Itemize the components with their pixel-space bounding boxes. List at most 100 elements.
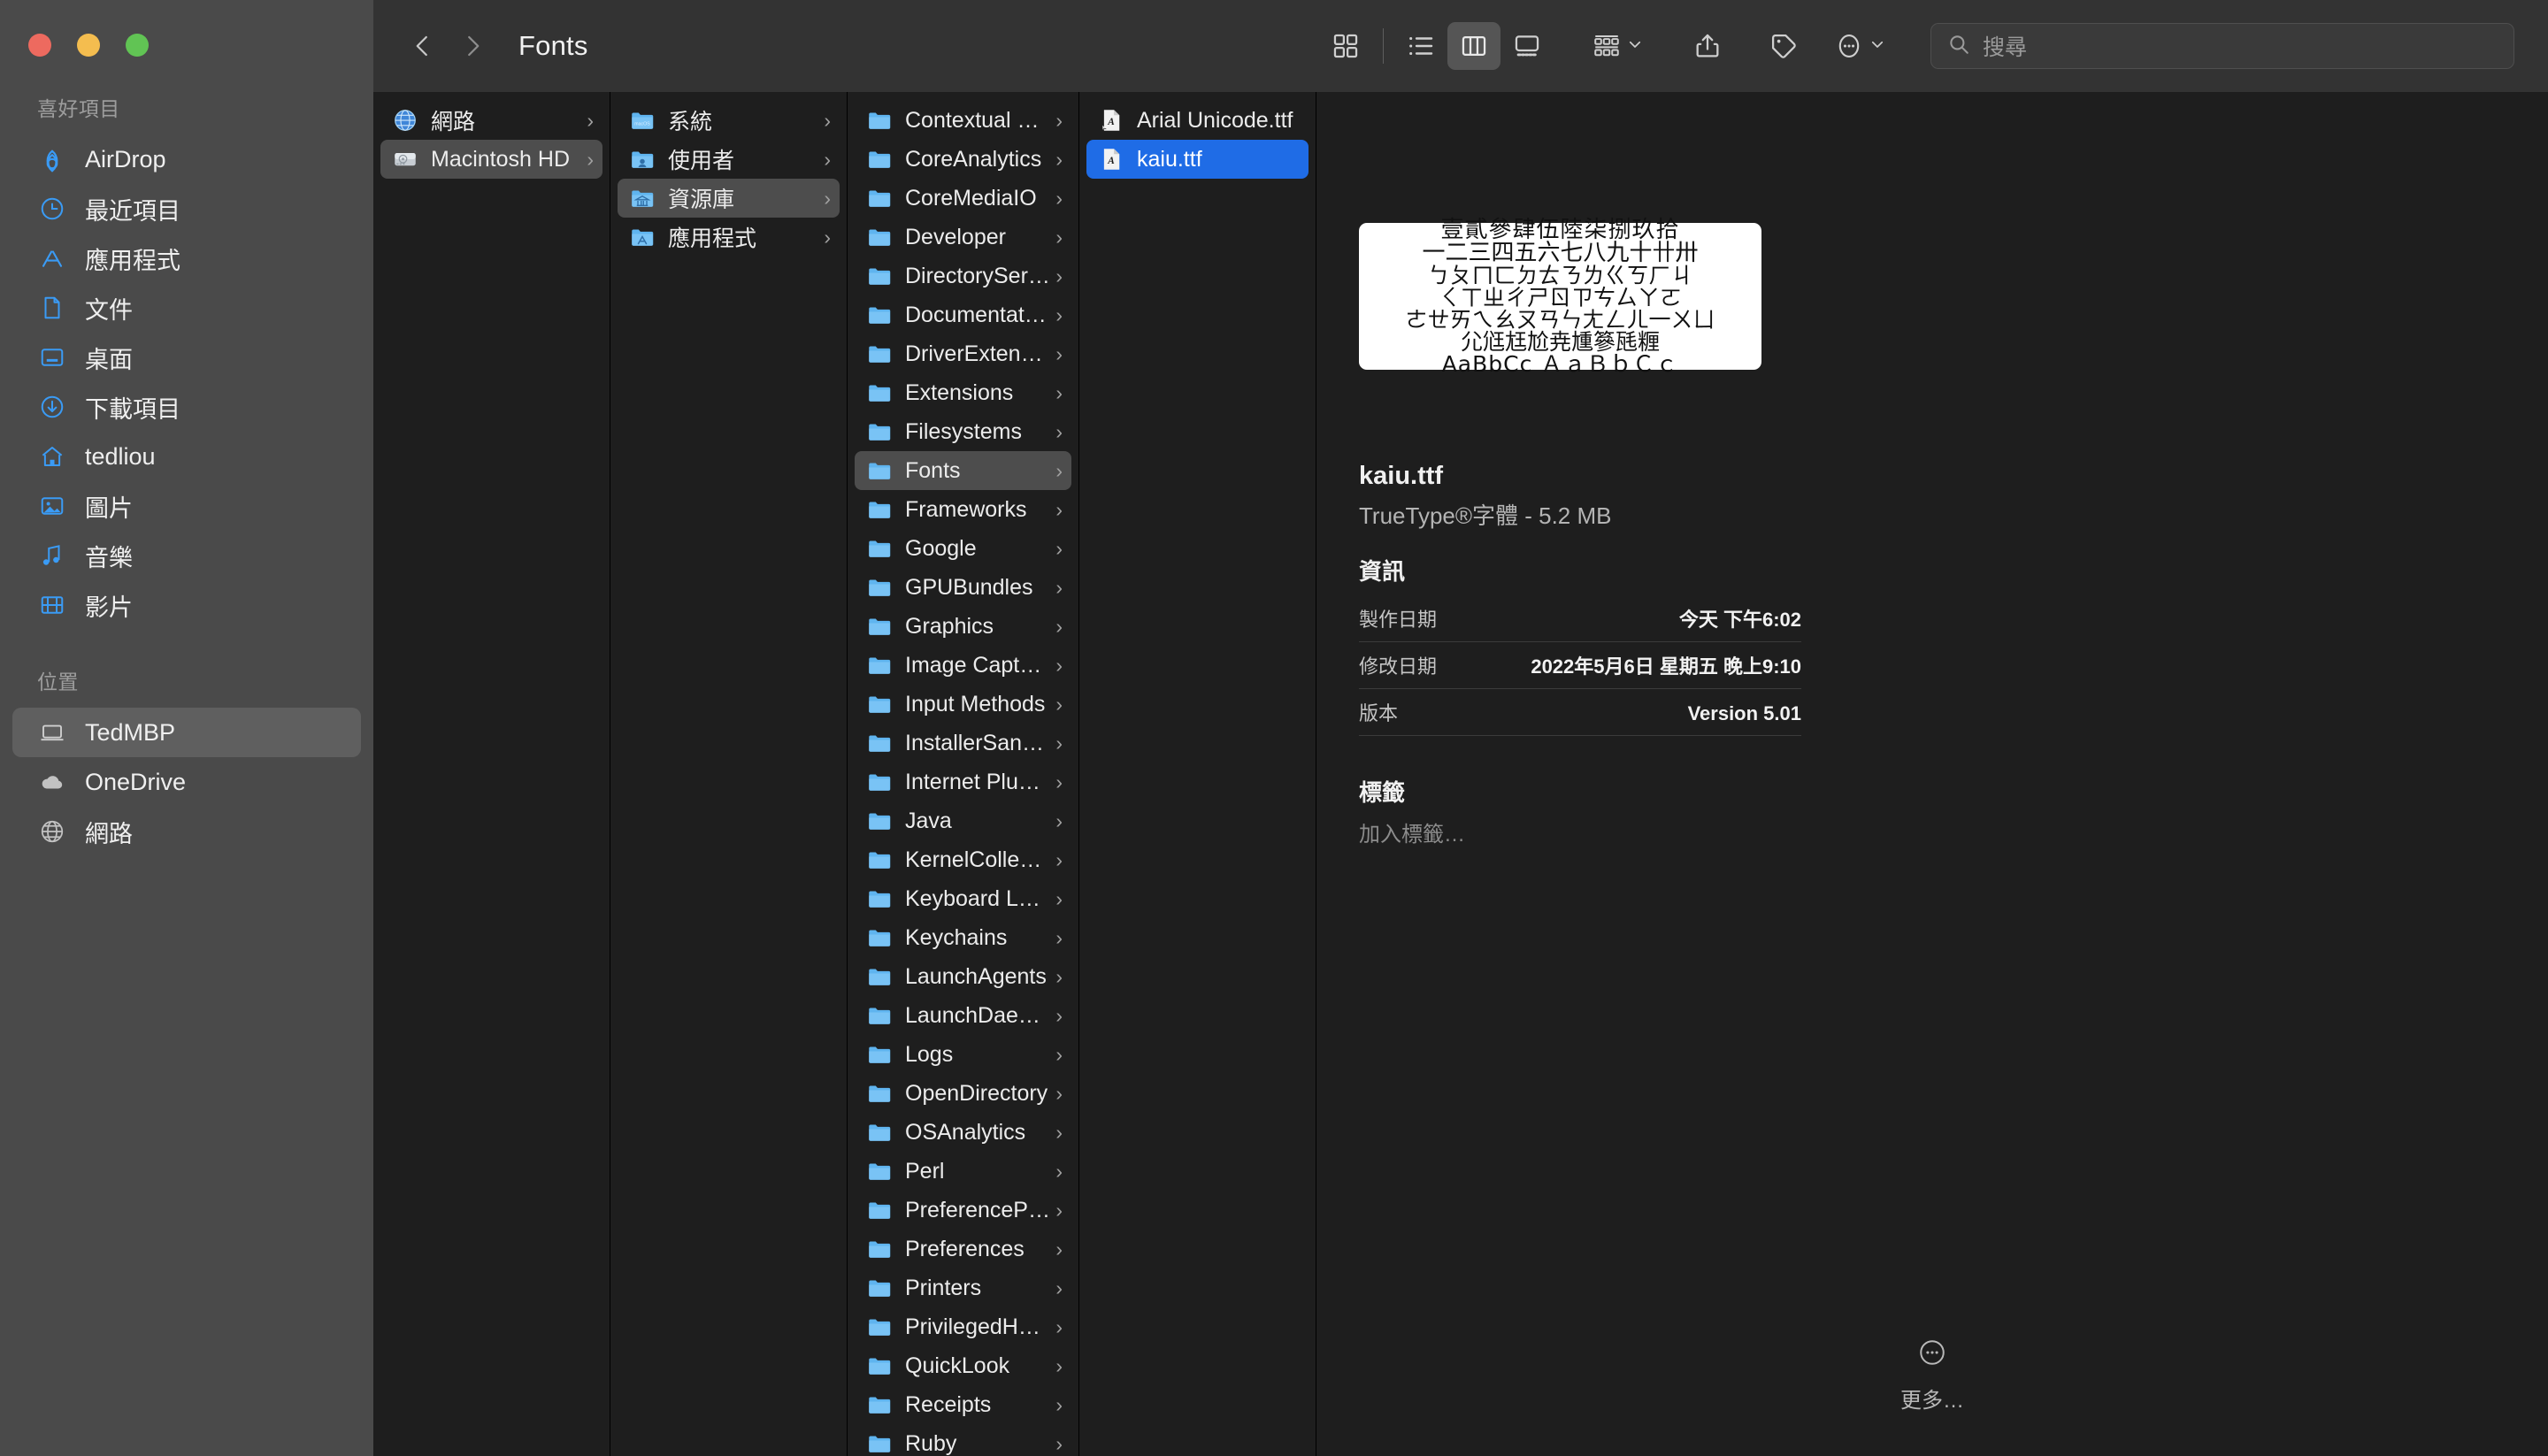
minimize-button[interactable] <box>77 34 100 57</box>
globe-icon <box>37 816 67 847</box>
column-row[interactable]: 使用者 › <box>618 140 840 179</box>
font-sample-line: ㄑㄒㄓㄔㄕㄖㄗㄘㄙㄚㄛ <box>1438 284 1682 310</box>
zoom-button[interactable] <box>126 34 149 57</box>
column-row[interactable]: macOS 系統 › <box>618 101 840 140</box>
info-section-title: 資訊 <box>1359 558 1406 585</box>
laptop-icon <box>37 717 67 747</box>
column-row[interactable]: DriverExtensions› <box>855 334 1071 373</box>
column-row[interactable]: PreferencePanes› <box>855 1191 1071 1230</box>
disclosure-chevron-icon: › <box>824 186 831 210</box>
column-row[interactable]: Image Capture › <box>855 646 1071 685</box>
icon-view-button[interactable] <box>1319 22 1372 70</box>
chevron-down-icon <box>1627 36 1643 57</box>
sidebar-item-movies[interactable]: 影片 <box>12 580 361 630</box>
column-row[interactable]: Internet Plug-Ins› <box>855 762 1071 801</box>
column-row[interactable]: Filesystems › <box>855 412 1071 451</box>
font-sample-line: 尣尩尪尬尭尰篸瓱糎 <box>1460 328 1660 355</box>
close-button[interactable] <box>28 34 51 57</box>
column-view-button[interactable] <box>1447 22 1500 70</box>
search-field[interactable]: 搜尋 <box>1930 23 2514 69</box>
folder-icon <box>865 962 894 991</box>
column-row-label: 系統 <box>668 110 713 134</box>
column-row[interactable]: Java › <box>855 801 1071 840</box>
sidebar-item-home[interactable]: tedliou <box>12 432 361 481</box>
search-input[interactable]: 搜尋 <box>1983 30 2027 62</box>
column-row[interactable]: Receipts › <box>855 1385 1071 1424</box>
info-key: 修改日期 <box>1359 655 1438 678</box>
column-row[interactable]: Macintosh HD › <box>380 140 602 179</box>
column-row[interactable]: 應用程式 › <box>618 218 840 257</box>
sidebar-item-downloads[interactable]: 下載項目 <box>12 382 361 432</box>
disclosure-chevron-icon: › <box>1055 1431 1063 1455</box>
sidebar-item-documents[interactable]: 文件 <box>12 283 361 333</box>
column-row[interactable]: PrivilegedHelperTools› <box>855 1307 1071 1346</box>
column-row[interactable]: LaunchAgents › <box>855 957 1071 996</box>
column-row-label: PrivilegedHelperTools <box>905 1314 1050 1339</box>
column-row[interactable]: Keyboard Layouts› <box>855 879 1071 918</box>
disclosure-chevron-icon: › <box>1055 964 1063 988</box>
group-by-button[interactable] <box>1591 22 1644 70</box>
sidebar-item-desktop[interactable]: 桌面 <box>12 333 361 382</box>
column-1[interactable]: 網路 › Macintosh HD › <box>373 92 610 1456</box>
info-value: Version 5.01 <box>1687 702 1801 724</box>
tag-button[interactable] <box>1757 22 1810 70</box>
column-row[interactable]: Google › <box>855 529 1071 568</box>
gallery-view-button[interactable] <box>1500 22 1554 70</box>
column-row[interactable]: Akaiu.ttf <box>1086 140 1309 179</box>
column-row[interactable]: Ruby › <box>855 1424 1071 1456</box>
column-row[interactable]: OpenDirectory › <box>855 1074 1071 1113</box>
svg-text:macOS: macOS <box>634 122 650 127</box>
column-row[interactable]: Fonts › <box>855 451 1071 490</box>
movies-icon <box>37 590 67 620</box>
column-3[interactable]: Contextual Menu Items›CoreAnalytics›Core… <box>848 92 1079 1456</box>
add-tag-field[interactable]: 加入標籤… <box>1359 816 1801 847</box>
column-row[interactable]: InstallerSandboxes› <box>855 724 1071 762</box>
sidebar-item-tedmbp[interactable]: TedMBP <box>12 708 361 757</box>
column-row[interactable]: Documentation › <box>855 295 1071 334</box>
folder-icon <box>865 1196 894 1224</box>
column-row[interactable]: LaunchDaemons› <box>855 996 1071 1035</box>
column-row[interactable]: Developer › <box>855 218 1071 257</box>
sidebar-item-recents[interactable]: 最近項目 <box>12 184 361 234</box>
column-row[interactable]: OSAnalytics › <box>855 1113 1071 1152</box>
column-row[interactable]: Printers › <box>855 1268 1071 1307</box>
file-info: kaiu.ttf TrueType®字體 - 5.2 MB 資訊 製作日期 今天… <box>1359 462 1801 847</box>
sidebar-item-pictures[interactable]: 圖片 <box>12 481 361 531</box>
sidebar-item-airdrop[interactable]: AirDrop <box>12 134 361 184</box>
column-row-label: Ruby <box>905 1430 957 1456</box>
applications-icon <box>37 243 67 273</box>
column-row[interactable]: Perl › <box>855 1152 1071 1191</box>
column-row[interactable]: Logs › <box>855 1035 1071 1074</box>
column-row[interactable]: CoreMediaIO › <box>855 179 1071 218</box>
column-4[interactable]: A Arial Unicode.ttf Akaiu.ttf <box>1079 92 1316 1456</box>
column-row[interactable]: DirectoryServices› <box>855 257 1071 295</box>
column-row[interactable]: GPUBundles › <box>855 568 1071 607</box>
column-row[interactable]: 網路 › <box>380 101 602 140</box>
column-row-label: Google <box>905 535 977 561</box>
forward-button[interactable] <box>448 21 497 71</box>
more-actions-button[interactable] <box>1833 22 1886 70</box>
sidebar-item-label: 圖片 <box>85 494 133 522</box>
column-row[interactable]: Graphics › <box>855 607 1071 646</box>
column-row[interactable]: CoreAnalytics › <box>855 140 1071 179</box>
column-row[interactable]: QuickLook › <box>855 1346 1071 1385</box>
share-button[interactable] <box>1681 22 1734 70</box>
sidebar-item-applications[interactable]: 應用程式 <box>12 234 361 283</box>
column-2[interactable]: macOS 系統 › 使用者 › 資源庫 › 應用程式 › <box>610 92 848 1456</box>
column-row[interactable]: Contextual Menu Items› <box>855 101 1071 140</box>
sidebar-item-network[interactable]: 網路 <box>12 807 361 856</box>
column-row[interactable]: KernelCollections› <box>855 840 1071 879</box>
column-row[interactable]: Frameworks › <box>855 490 1071 529</box>
column-row[interactable]: Input Methods › <box>855 685 1071 724</box>
sidebar-item-onedrive[interactable]: OneDrive <box>12 757 361 807</box>
column-row[interactable]: Keychains › <box>855 918 1071 957</box>
column-row[interactable]: Preferences › <box>855 1230 1071 1268</box>
list-view-button[interactable] <box>1394 22 1447 70</box>
back-button[interactable] <box>398 21 448 71</box>
column-row-label: Developer <box>905 224 1006 249</box>
column-row[interactable]: A Arial Unicode.ttf <box>1086 101 1309 140</box>
column-row[interactable]: 資源庫 › <box>618 179 840 218</box>
column-row[interactable]: Extensions › <box>855 373 1071 412</box>
more-button[interactable]: 更多… <box>1316 1337 2548 1414</box>
sidebar-item-music[interactable]: 音樂 <box>12 531 361 580</box>
